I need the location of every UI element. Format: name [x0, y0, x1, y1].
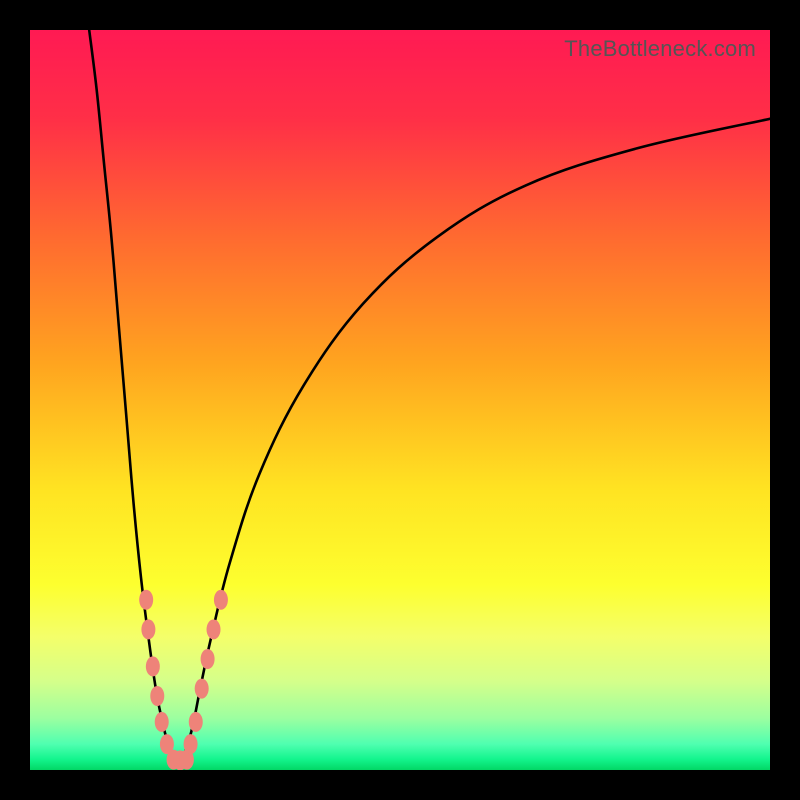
marker-point	[184, 734, 198, 754]
marker-point	[155, 712, 169, 732]
marker-point	[150, 686, 164, 706]
marker-point	[146, 656, 160, 676]
marker-point	[139, 590, 153, 610]
chart-frame: TheBottleneck.com	[0, 0, 800, 800]
marker-point	[195, 679, 209, 699]
marker-point	[207, 619, 221, 639]
marker-point	[201, 649, 215, 669]
plot-area: TheBottleneck.com	[30, 30, 770, 770]
marker-point	[189, 712, 203, 732]
curve-right-branch	[178, 119, 770, 767]
marker-point	[141, 619, 155, 639]
curves-layer	[30, 30, 770, 770]
watermark-text: TheBottleneck.com	[564, 36, 756, 62]
marker-point	[214, 590, 228, 610]
curve-left-branch	[89, 30, 178, 766]
